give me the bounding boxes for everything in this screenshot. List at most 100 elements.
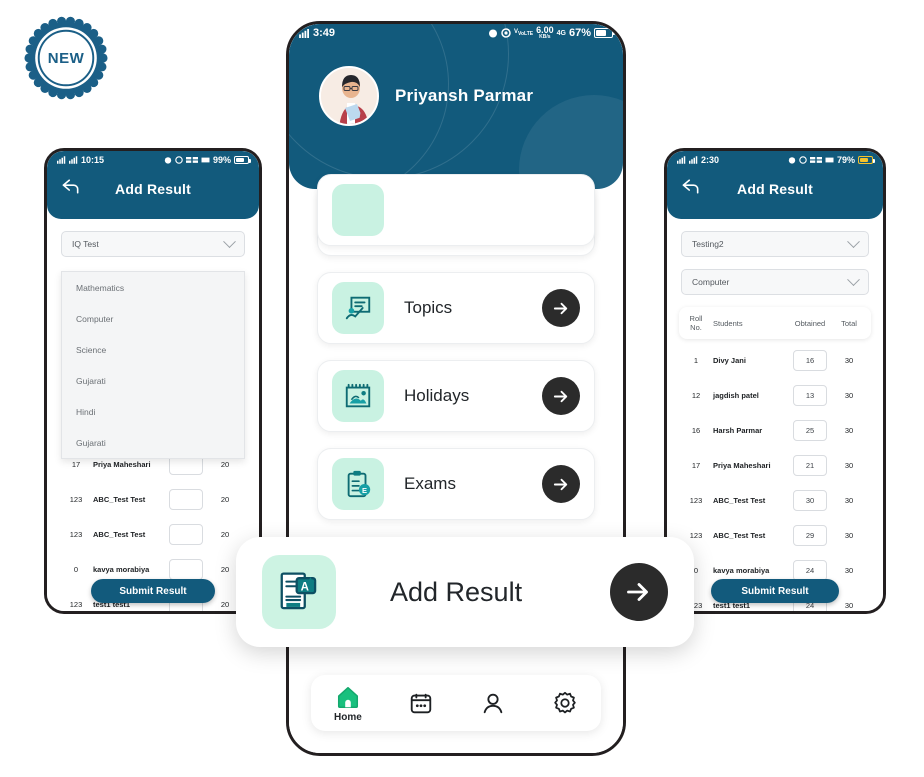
cell-student: ABC_Test Test: [713, 496, 766, 505]
cell-roll: 0: [73, 565, 79, 574]
cell-student: kavya morabiya: [93, 565, 150, 574]
add-result-arrow-button[interactable]: [610, 563, 668, 621]
nav-item-calendar[interactable]: [408, 690, 434, 716]
profile-row: Priyansh Parmar: [289, 42, 623, 126]
column-obtained: Obtained: [794, 318, 826, 328]
left-status-battery: 99%: [212, 155, 231, 165]
table-row: 123 ABC_Test Test 20: [59, 517, 247, 552]
arrow-right-icon: [553, 478, 567, 490]
left-exam-select[interactable]: IQ Test: [61, 231, 245, 257]
cell-roll: 123: [69, 530, 83, 539]
cell-total: 30: [844, 601, 854, 610]
dropdown-option[interactable]: Gujarati: [62, 365, 244, 396]
right-exam-select[interactable]: Testing2: [681, 231, 869, 257]
left-submit-result-button[interactable]: Submit Result: [91, 579, 215, 603]
right-phone-screen: 2:30 79% Add Result Testing2 Computer Ro…: [667, 151, 883, 611]
dropdown-option[interactable]: Gujarati: [62, 427, 244, 458]
menu-card-holidays[interactable]: Holidays: [317, 360, 595, 432]
new-badge: NEW: [22, 14, 110, 102]
right-submit-result-button[interactable]: Submit Result: [711, 579, 839, 603]
left-status-time: 10:15: [81, 155, 105, 165]
cell-roll: 123: [689, 531, 703, 540]
menu-arrow-button[interactable]: [542, 465, 580, 503]
settings-icon: [554, 691, 576, 714]
new-badge-label: NEW: [47, 49, 85, 67]
center-header: 3:49 VVoLTE 6.00 KB/s 4G 67% Priyansh Pa…: [289, 24, 623, 189]
nav-item-profile[interactable]: [480, 690, 506, 716]
marks-input[interactable]: 24: [793, 560, 827, 581]
cell-student: ABC_Test Test: [93, 495, 146, 504]
column-students: Students: [713, 318, 743, 328]
right-subject-select[interactable]: Computer: [681, 269, 869, 295]
left-title-row: Add Result: [47, 169, 259, 209]
bottom-navigation: Home: [311, 675, 601, 731]
dropdown-option[interactable]: Science: [62, 334, 244, 365]
arrow-right-icon: [553, 302, 567, 314]
sim-network-icon: 4G: [556, 29, 566, 37]
back-arrow-icon[interactable]: [61, 179, 81, 200]
data-icon: [825, 157, 834, 163]
menu-card-partial[interactable]: [317, 174, 595, 246]
marks-input[interactable]: [169, 489, 203, 510]
menu-label: Topics: [404, 298, 453, 317]
svg-text:A: A: [301, 581, 309, 593]
menu-card-topics[interactable]: Topics: [317, 272, 595, 344]
student-illustration-icon: [321, 68, 377, 124]
home-icon: [337, 686, 358, 708]
network-speed-icon: [185, 157, 198, 163]
table-row: 123 ABC_Test Test 20: [59, 482, 247, 517]
menu-arrow-button[interactable]: [542, 289, 580, 327]
dropdown-option[interactable]: Mathematics: [62, 272, 244, 303]
avatar[interactable]: [319, 66, 379, 126]
menu-label: Exams: [404, 474, 456, 493]
menu-tile-partial: [332, 184, 384, 236]
column-roll-no: Roll No.: [689, 314, 703, 332]
cell-total: 20: [220, 460, 230, 469]
marks-input[interactable]: 25: [793, 420, 827, 441]
calendar-icon: [410, 693, 432, 714]
volte-icon: VVoLTE: [513, 28, 534, 38]
marks-input[interactable]: [169, 524, 203, 545]
marks-input[interactable]: 16: [793, 350, 827, 371]
right-status-battery: 79%: [836, 155, 855, 165]
marks-input[interactable]: 30: [793, 490, 827, 511]
dropdown-option[interactable]: Hindi: [62, 396, 244, 427]
add-result-icon: A: [262, 555, 336, 629]
marks-input[interactable]: 21: [793, 455, 827, 476]
back-arrow-icon[interactable]: [681, 179, 701, 200]
marks-input[interactable]: 29: [793, 525, 827, 546]
table-row: 123 ABC_Test Test 29 30: [679, 518, 871, 553]
nav-item-home[interactable]: Home: [334, 684, 362, 723]
dropdown-option[interactable]: Computer: [62, 303, 244, 334]
cell-roll: 17: [691, 461, 701, 470]
left-dropdown-list[interactable]: Mathematics Computer Science Gujarati Hi…: [61, 271, 245, 459]
nav-item-settings[interactable]: [552, 690, 578, 716]
right-table-header: Roll No. Students Obtained Total: [679, 307, 871, 339]
left-phone-screen: 10:15 99% Add Result IQ Test Mathematics…: [47, 151, 259, 611]
menu-arrow-button[interactable]: [542, 377, 580, 415]
alarm-icon: [164, 157, 172, 164]
cell-student: Priya Maheshari: [93, 460, 151, 469]
right-header: 2:30 79% Add Result: [667, 151, 883, 219]
right-status-time: 2:30: [701, 155, 720, 165]
cell-roll: 17: [71, 460, 81, 469]
add-result-label: Add Result: [390, 576, 523, 607]
right-results-table: 1 Divy Jani 16 30 12 jagdish patel 13 30…: [667, 343, 883, 611]
left-phone-mockup: 10:15 99% Add Result IQ Test Mathematics…: [44, 148, 262, 614]
cell-roll: 123: [689, 496, 703, 505]
network-speed-icon: [809, 157, 822, 163]
cell-total: 30: [844, 531, 854, 540]
exams-icon: E: [332, 458, 384, 510]
marks-input[interactable]: 13: [793, 385, 827, 406]
alarm-icon: [788, 157, 796, 164]
cell-total: 30: [844, 356, 854, 365]
marks-input[interactable]: [169, 559, 203, 580]
cell-student: ABC_Test Test: [713, 531, 766, 540]
cell-student: Divy Jani: [713, 356, 746, 365]
add-result-overlay-card[interactable]: A Add Result: [236, 537, 694, 647]
menu-card-exams[interactable]: E Exams: [317, 448, 595, 520]
cell-student: kavya morabiya: [713, 566, 770, 575]
data-icon: [201, 157, 210, 163]
signal-icon: [677, 156, 686, 164]
left-header: 10:15 99% Add Result: [47, 151, 259, 219]
